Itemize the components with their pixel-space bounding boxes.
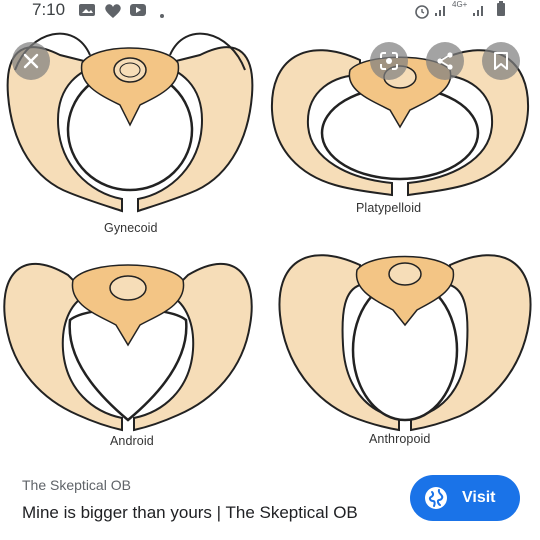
close-icon <box>23 53 39 69</box>
source-name[interactable]: The Skeptical OB <box>22 477 131 493</box>
globe-icon <box>425 487 447 509</box>
label-anthropoid: Anthropoid <box>369 432 431 446</box>
result-info: The Skeptical OB Mine is bigger than you… <box>0 455 540 540</box>
visit-label: Visit <box>462 489 496 506</box>
anthropoid-pelvis <box>278 254 532 432</box>
lens-button[interactable] <box>370 42 408 80</box>
label-android: Android <box>110 434 154 448</box>
lens-icon <box>380 52 398 70</box>
status-bar: 7:10 4G+ <box>0 0 540 20</box>
status-time: 7:10 <box>32 0 66 19</box>
bookmark-icon <box>494 52 508 70</box>
visit-button[interactable]: Visit <box>410 475 520 521</box>
heart-icon <box>104 3 122 24</box>
bookmark-button[interactable] <box>482 42 520 80</box>
android-pelvis <box>3 262 253 432</box>
result-title[interactable]: Mine is bigger than yours | The Skeptica… <box>22 503 358 523</box>
share-icon <box>437 52 453 70</box>
label-platypelloid: Platypelloid <box>356 201 422 215</box>
signal-icon <box>434 3 448 22</box>
battery-icon <box>496 1 506 22</box>
label-gynecoid: Gynecoid <box>104 221 158 235</box>
alarm-icon <box>414 3 430 24</box>
youtube-icon <box>129 3 147 22</box>
signal-icon-2 <box>472 3 486 22</box>
dot-icon <box>160 5 164 23</box>
share-button[interactable] <box>426 42 464 80</box>
gallery-icon <box>78 3 96 22</box>
network-type: 4G+ <box>452 0 468 9</box>
close-button[interactable] <box>12 42 50 80</box>
